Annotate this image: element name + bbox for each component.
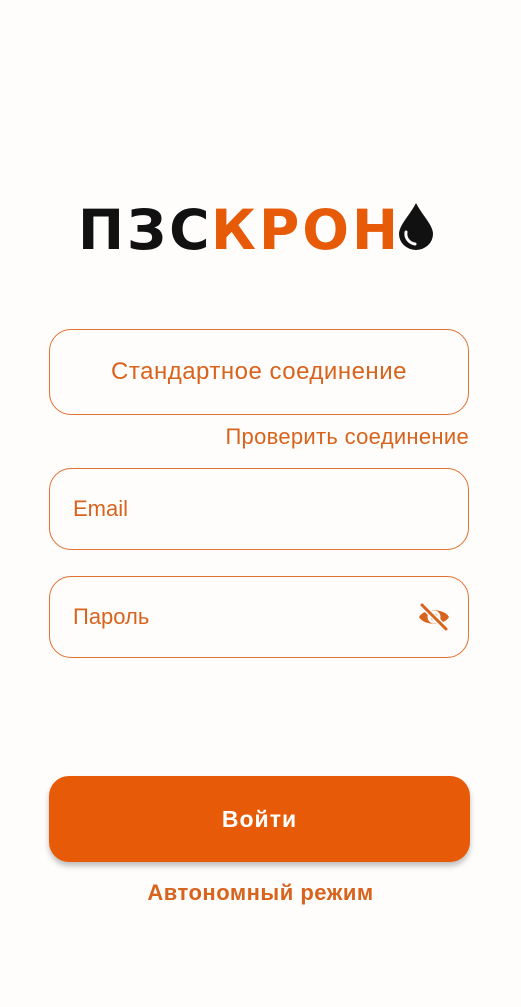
drop-icon: [399, 203, 433, 250]
password-placeholder: Пароль: [73, 604, 150, 629]
offline-mode-link[interactable]: Автономный режим: [0, 880, 521, 906]
logo-text-pzs: ПЗС: [78, 198, 213, 262]
login-button-label: Войти: [221, 805, 298, 832]
email-placeholder: Email: [73, 496, 129, 521]
logo-text-kron: КРОН: [211, 198, 402, 262]
connection-selector[interactable]: Стандартное соединение: [49, 329, 469, 415]
app-logo: ПЗС КРОН: [0, 195, 521, 265]
login-button[interactable]: Войти: [49, 776, 470, 862]
check-connection-link[interactable]: Проверить соединение: [225, 424, 469, 450]
password-field[interactable]: Пароль: [49, 576, 469, 658]
eye-off-icon[interactable]: [417, 602, 451, 632]
email-field[interactable]: Email: [49, 468, 469, 550]
connection-value: Стандартное соединение: [111, 358, 407, 385]
